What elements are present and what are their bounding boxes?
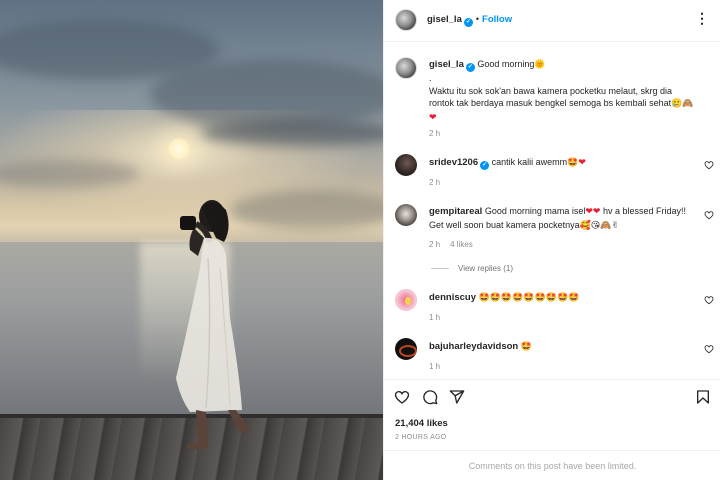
avatar[interactable] — [395, 57, 417, 79]
author-username[interactable]: gisel_la — [427, 14, 462, 25]
caption-body: Waktu itu sok sok'an bawa kamera pocketk… — [429, 85, 672, 109]
like-comment-heart-icon[interactable] — [704, 210, 714, 220]
caption-dot: . — [429, 73, 432, 83]
comment-text: bajuharleydavidson 🤩 — [429, 340, 697, 354]
verified-badge-icon: ✓ — [463, 18, 473, 27]
comment-icon[interactable] — [422, 389, 438, 405]
post-header: gisel_la ✓ • Follow ⋮ — [384, 0, 720, 42]
comment-meta: 2 h 4 likes — [429, 240, 483, 249]
woman-silhouette — [176, 200, 250, 450]
caption-emoji: 🥲🙈 — [671, 99, 694, 109]
follow-button[interactable]: Follow — [482, 14, 512, 25]
separator-dot: • — [475, 14, 480, 24]
like-comment-heart-icon[interactable] — [704, 295, 714, 305]
like-comment-heart-icon[interactable] — [704, 344, 714, 354]
timestamp: 2 h — [429, 178, 441, 187]
sun — [168, 138, 190, 160]
caption-time: 2 h — [429, 129, 450, 138]
comment-emoji: 🤩 — [520, 342, 532, 352]
caption-username[interactable]: gisel_la — [429, 59, 464, 70]
heart-emoji: ❤ — [578, 158, 586, 168]
comment-meta: 1 h — [429, 313, 450, 322]
comment-text: sridev1206 ✓ cantik kalii awemm🤩❤ — [429, 156, 697, 170]
comment: denniscuy 🤩🤩🤩🤩🤩🤩🤩🤩🤩 1 h — [384, 286, 720, 328]
likes-count[interactable]: 21,404 likes — [395, 418, 448, 429]
more-horizontal-icon[interactable]: ⋮ — [695, 11, 709, 25]
comment-username[interactable]: bajuharleydavidson — [429, 341, 518, 352]
heart-emoji: ❤ — [429, 112, 437, 123]
header-user: gisel_la ✓ • Follow — [427, 14, 512, 27]
bookmark-icon[interactable] — [695, 389, 711, 405]
verified-badge-icon: ✓ — [480, 161, 490, 170]
comment: gempitareal Good morning mama isel❤❤ hv … — [384, 200, 720, 260]
post-sidebar: gisel_la ✓ • Follow ⋮ gisel_la ✓ Good mornin… — [383, 0, 720, 480]
comment-username[interactable]: denniscuy — [429, 292, 476, 303]
caption: gisel_la ✓ Good morning🌞 . Waktu itu sok … — [384, 52, 720, 142]
comment-likes[interactable]: 4 likes — [450, 240, 473, 249]
caption-text: gisel_la ✓ Good morning🌞 . Waktu itu sok … — [429, 58, 697, 124]
posted-time: 2 HOURS AGO — [395, 434, 447, 441]
avatar[interactable] — [395, 154, 417, 176]
heart-emoji: ❤❤ — [585, 207, 601, 217]
cloud — [150, 60, 383, 130]
comment-text: gempitareal Good morning mama isel❤❤ hv … — [429, 205, 697, 232]
timestamp: 1 h — [429, 313, 441, 322]
sun-emoji: 🌞 — [534, 60, 546, 70]
timestamp: 2 h — [429, 240, 441, 249]
comment: sridev1206 ✓ cantik kalii awemm🤩❤ 2 h — [384, 150, 720, 196]
timestamp: 2 h — [429, 129, 441, 138]
comment-body: Good morning mama isel — [484, 206, 586, 216]
post-photo[interactable] — [0, 0, 383, 480]
comment-username[interactable]: gempitareal — [429, 206, 482, 217]
post-actions: 21,404 likes 2 HOURS AGO Comments on thi… — [384, 379, 720, 479]
avatar[interactable] — [395, 204, 417, 226]
comment-meta: 2 h — [429, 178, 450, 187]
view-replies-button[interactable]: View replies (1) — [431, 264, 513, 273]
avatar[interactable] — [395, 289, 417, 311]
comment-emoji: 🥰😘🙈✌ — [579, 220, 619, 231]
avatar[interactable] — [395, 338, 417, 360]
comment-emoji: 🤩🤩🤩🤩🤩🤩🤩🤩🤩 — [478, 293, 580, 303]
comment-emoji: 🤩 — [567, 158, 579, 168]
like-comment-heart-icon[interactable] — [704, 160, 714, 170]
comment: bajuharleydavidson 🤩 1 h — [384, 335, 720, 377]
share-icon[interactable] — [449, 389, 465, 405]
comments-limited-notice: Comments on this post have been limited. — [384, 450, 720, 480]
verified-badge-icon: ✓ — [465, 63, 475, 72]
caption-line1: Good morning — [477, 59, 535, 69]
avatar[interactable] — [395, 9, 417, 31]
comment-meta: 1 h — [429, 362, 450, 371]
heart-icon[interactable] — [394, 389, 410, 405]
timestamp: 1 h — [429, 362, 441, 371]
comment-text: denniscuy 🤩🤩🤩🤩🤩🤩🤩🤩🤩 — [429, 291, 697, 305]
comment-body: cantik kalii awemm — [491, 157, 568, 167]
comment-username[interactable]: sridev1206 — [429, 157, 478, 168]
